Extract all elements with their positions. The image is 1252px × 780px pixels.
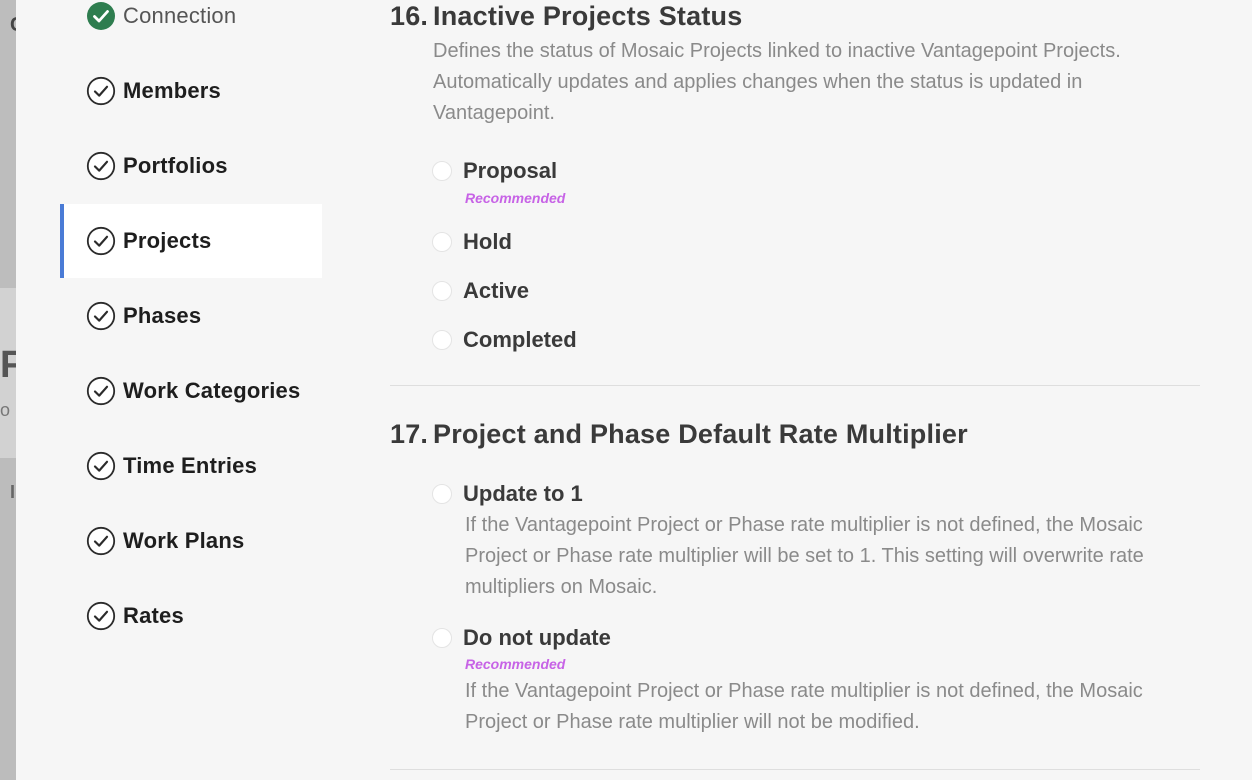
- option-label: Hold: [463, 229, 512, 254]
- check-circle-icon: [86, 151, 116, 181]
- radio-button[interactable]: [432, 330, 452, 350]
- radio-option-proposal[interactable]: Proposal: [432, 158, 557, 184]
- option-label: Proposal: [463, 158, 558, 183]
- backdrop-text: I: [10, 482, 16, 502]
- check-circle-filled-icon: [87, 2, 115, 30]
- recommended-badge: Recommended: [465, 656, 566, 672]
- recommended-badge: Recommended: [465, 190, 566, 206]
- settings-modal: Connection Members Portfolios Projects P…: [16, 0, 1252, 780]
- section-title: 17. Project and Phase Default Rate Multip…: [390, 419, 968, 450]
- sidebar-item-portfolios[interactable]: Portfolios: [60, 129, 322, 203]
- sidebar-item-work-categories[interactable]: Work Categories: [60, 354, 322, 428]
- backdrop-panel: [0, 458, 16, 780]
- option-description: If the Vantagepoint Project or Phase rat…: [465, 680, 1143, 733]
- sidebar-item-label: Rates: [123, 603, 184, 628]
- sidebar-item-label: Work Plans: [123, 528, 245, 553]
- sidebar-item-connection[interactable]: Connection: [60, 0, 322, 53]
- sidebar-item-phases[interactable]: Phases: [60, 279, 322, 353]
- radio-option-hold[interactable]: Hold: [432, 229, 512, 255]
- sidebar-item-rates[interactable]: Rates: [60, 579, 322, 653]
- check-circle-icon: [86, 601, 116, 631]
- sidebar-item-label: Portfolios: [123, 153, 228, 178]
- sidebar-item-label: Time Entries: [123, 453, 258, 478]
- sidebar-item-projects[interactable]: Projects: [60, 204, 322, 278]
- option-label: Completed: [463, 327, 577, 352]
- sidebar-item-work-plans[interactable]: Work Plans: [60, 504, 322, 578]
- section-description: Defines the status of Mosaic Projects li…: [433, 40, 1121, 124]
- sidebar-item-label: Phases: [123, 303, 202, 328]
- check-circle-icon: [86, 451, 116, 481]
- check-circle-icon: [86, 226, 116, 256]
- check-circle-icon: [86, 301, 116, 331]
- section-number: 17.: [390, 419, 429, 449]
- radio-option-completed[interactable]: Completed: [432, 327, 577, 353]
- check-circle-icon: [86, 76, 116, 106]
- check-circle-icon: [86, 376, 116, 406]
- section-heading: Project and Phase Default Rate Multiplie…: [433, 419, 968, 449]
- sidebar-item-label: Connection: [123, 3, 237, 28]
- option-label: Do not update: [463, 625, 611, 650]
- sidebar-item-label: Projects: [123, 228, 212, 253]
- backdrop-panel: [0, 0, 16, 288]
- radio-button[interactable]: [432, 628, 452, 648]
- section-title: 16. Inactive Projects Status: [390, 1, 742, 32]
- section-heading: Inactive Projects Status: [433, 1, 743, 31]
- radio-button[interactable]: [432, 281, 452, 301]
- section-number: 16.: [390, 1, 429, 31]
- option-description: If the Vantagepoint Project or Phase rat…: [465, 514, 1144, 598]
- sidebar-item-members[interactable]: Members: [60, 54, 322, 128]
- radio-option-update-to-1[interactable]: Update to 1: [432, 481, 583, 507]
- radio-button[interactable]: [432, 484, 452, 504]
- sidebar-item-label: Members: [123, 78, 221, 103]
- radio-button[interactable]: [432, 161, 452, 181]
- sidebar-item-label: Work Categories: [123, 378, 301, 403]
- radio-option-active[interactable]: Active: [432, 278, 529, 304]
- option-label: Update to 1: [463, 481, 583, 506]
- check-circle-icon: [86, 526, 116, 556]
- sidebar-nav: Connection Members Portfolios Projects P…: [16, 0, 326, 780]
- radio-button[interactable]: [432, 232, 452, 252]
- sidebar-item-time-entries[interactable]: Time Entries: [60, 429, 322, 503]
- option-label: Active: [463, 278, 530, 303]
- backdrop-text: o: [0, 400, 11, 420]
- radio-option-do-not-update[interactable]: Do not update: [432, 625, 611, 651]
- section-divider: [390, 385, 1200, 386]
- section-divider: [390, 769, 1200, 770]
